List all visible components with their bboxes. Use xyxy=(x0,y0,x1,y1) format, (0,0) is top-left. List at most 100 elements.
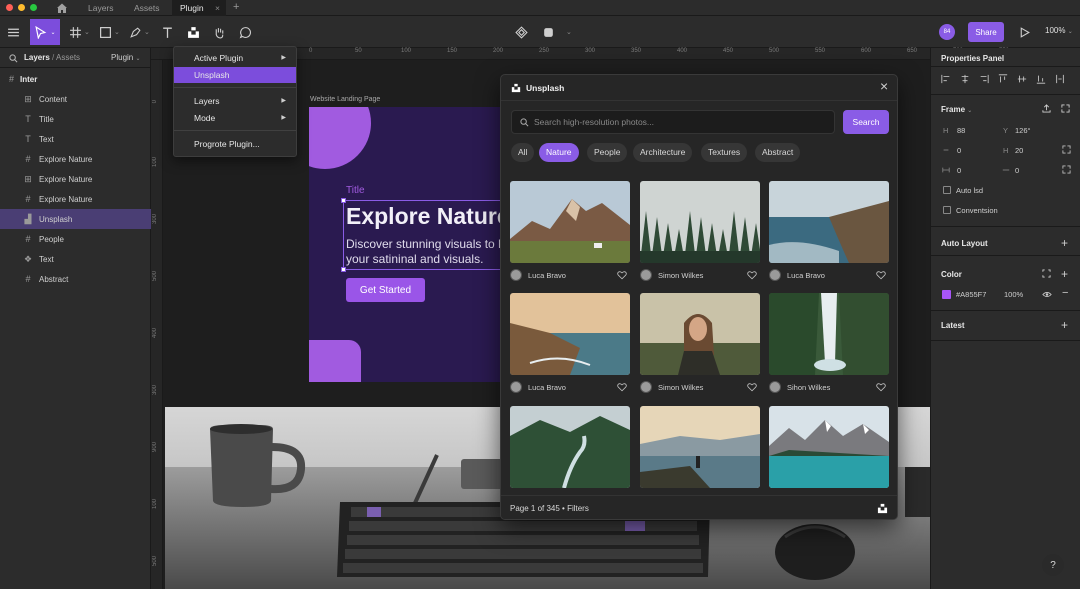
search-input[interactable] xyxy=(534,111,830,133)
text-tool-button[interactable] xyxy=(154,19,180,45)
layer-root[interactable]: # Inter xyxy=(0,69,151,89)
align-top-icon[interactable] xyxy=(998,74,1008,84)
unsplash-icon[interactable] xyxy=(877,503,888,514)
component-tool-button[interactable] xyxy=(508,19,534,45)
filter-chip[interactable]: Textures xyxy=(701,143,748,162)
hero-body-line-1[interactable]: Discover stunning visuals to h xyxy=(346,237,505,251)
eye-icon[interactable] xyxy=(1042,290,1052,299)
heart-icon[interactable] xyxy=(876,270,886,280)
tab-plugin[interactable]: Plugin × xyxy=(172,0,226,16)
h-field-value[interactable]: 88 xyxy=(957,126,965,135)
chevron-down-icon[interactable]: ⌄ xyxy=(84,28,90,36)
photo-card[interactable] xyxy=(769,181,889,263)
padding-value[interactable]: 0 xyxy=(1015,166,1019,175)
filter-chip[interactable]: All xyxy=(511,143,535,162)
photo-credit[interactable]: Sihon Wilkes xyxy=(769,381,830,393)
photo-credit[interactable]: Luca Bravo xyxy=(510,269,566,281)
photo-card[interactable] xyxy=(769,406,889,488)
align-right-icon[interactable] xyxy=(979,74,989,84)
spacing-value[interactable]: 0 xyxy=(957,166,961,175)
search-icon[interactable] xyxy=(9,54,18,63)
mask-tool-button[interactable] xyxy=(535,19,561,45)
plugins-tool-button[interactable] xyxy=(180,19,206,45)
photo-credit[interactable]: Simon Wilkes xyxy=(640,381,703,393)
checkbox[interactable] xyxy=(943,206,951,214)
heart-icon[interactable] xyxy=(747,270,757,280)
align-left-icon[interactable] xyxy=(941,74,951,84)
menu-item-mode[interactable]: Mode ▶ xyxy=(174,110,296,126)
frame-label[interactable]: Website Landing Page xyxy=(310,96,380,103)
pagination-status[interactable]: Page 1 of 345 • Filters xyxy=(510,504,589,513)
color-opacity-value[interactable]: 100% xyxy=(1004,290,1023,299)
hand-tool-button[interactable] xyxy=(206,19,232,45)
expand-icon[interactable] xyxy=(1062,145,1071,154)
rotation-value[interactable]: 0 xyxy=(957,146,961,155)
photo-credit[interactable]: Luca Bravo xyxy=(769,269,825,281)
present-button[interactable] xyxy=(1011,19,1037,45)
chevron-down-icon[interactable]: ⌄ xyxy=(114,28,120,36)
align-center-v-icon[interactable] xyxy=(1017,74,1027,84)
selection-handle[interactable] xyxy=(341,267,346,272)
resize-icon[interactable] xyxy=(1061,104,1070,113)
grid-styles-icon[interactable] xyxy=(1042,269,1051,278)
frame-section-dropdown[interactable]: Frame ⌄ xyxy=(941,105,972,114)
maximize-window-button[interactable] xyxy=(30,4,37,11)
new-tab-button[interactable]: + xyxy=(233,0,239,15)
plugin-dropdown[interactable]: Plugin ⌄ xyxy=(111,53,141,62)
photo-card[interactable] xyxy=(510,293,630,375)
zoom-dropdown[interactable]: 100% ⌄ xyxy=(1045,26,1073,35)
align-center-h-icon[interactable] xyxy=(960,74,970,84)
layer-item[interactable]: ❖ Text xyxy=(0,249,151,269)
photo-card[interactable] xyxy=(510,181,630,263)
add-auto-layout-icon[interactable]: + xyxy=(1061,236,1068,250)
layer-item[interactable]: T Title xyxy=(0,109,151,129)
checkbox[interactable] xyxy=(943,186,951,194)
layer-item[interactable]: ⊞ Content xyxy=(0,89,151,109)
layer-item[interactable]: T Text xyxy=(0,129,151,149)
add-latest-icon[interactable]: + xyxy=(1061,318,1068,332)
hero-body-line-2[interactable]: your satininal and visuals. xyxy=(346,252,483,266)
add-color-icon[interactable]: + xyxy=(1061,267,1068,281)
chevron-down-icon[interactable]: ⌄ xyxy=(566,28,572,36)
photo-card[interactable] xyxy=(510,406,630,488)
avatar[interactable]: 84 xyxy=(939,24,955,40)
breadcrumb-layers[interactable]: Layers xyxy=(24,53,50,62)
photo-credit[interactable]: Simon Wilkes xyxy=(640,269,703,281)
filter-chip[interactable]: Architecture xyxy=(633,143,693,162)
layer-item[interactable]: # Explore Nature xyxy=(0,189,151,209)
y-field-value[interactable]: 126° xyxy=(1015,126,1031,135)
align-bottom-icon[interactable] xyxy=(1036,74,1046,84)
filter-chip[interactable]: People xyxy=(587,143,628,162)
photo-card[interactable] xyxy=(640,406,760,488)
remove-color-icon[interactable]: − xyxy=(1062,287,1068,299)
menu-item-unsplash[interactable]: Unsplash xyxy=(174,67,296,83)
minimize-window-button[interactable] xyxy=(18,4,25,11)
comment-tool-button[interactable] xyxy=(232,19,258,45)
expand-icon[interactable] xyxy=(1062,165,1071,174)
menu-item-manage-plugins[interactable]: Progrote Plugin... xyxy=(174,136,296,152)
filter-chip[interactable]: Nature xyxy=(539,143,579,162)
get-started-button[interactable]: Get Started xyxy=(346,278,425,302)
photo-credit[interactable]: Luca Bravo xyxy=(510,381,566,393)
color-hex-value[interactable]: #A855F7 xyxy=(956,290,986,299)
layer-item[interactable]: ▟ Unsplash xyxy=(0,209,151,229)
export-icon[interactable] xyxy=(1042,104,1051,113)
help-button[interactable]: ? xyxy=(1042,554,1064,576)
layer-item[interactable]: # Abstract xyxy=(0,269,151,289)
heart-icon[interactable] xyxy=(747,382,757,392)
tab-close-icon[interactable]: × xyxy=(215,0,220,16)
close-window-button[interactable] xyxy=(6,4,13,11)
heart-icon[interactable] xyxy=(617,382,627,392)
move-tool-button[interactable]: ⌄ xyxy=(30,19,60,45)
tab-assets[interactable]: Assets xyxy=(126,0,168,16)
search-field[interactable] xyxy=(511,110,835,134)
layer-item[interactable]: ⊞ Explore Nature xyxy=(0,169,151,189)
hero-eyebrow[interactable]: Title xyxy=(346,185,365,196)
filter-chip[interactable]: Abstract xyxy=(755,143,801,162)
share-button[interactable]: Share xyxy=(968,22,1004,42)
close-icon[interactable]: × xyxy=(880,79,888,93)
breadcrumb-assets[interactable]: Assets xyxy=(56,53,80,62)
menu-item-layers[interactable]: Layers ▶ xyxy=(174,93,296,109)
color-swatch[interactable] xyxy=(942,290,951,299)
chevron-down-icon[interactable]: ⌄ xyxy=(144,28,150,36)
